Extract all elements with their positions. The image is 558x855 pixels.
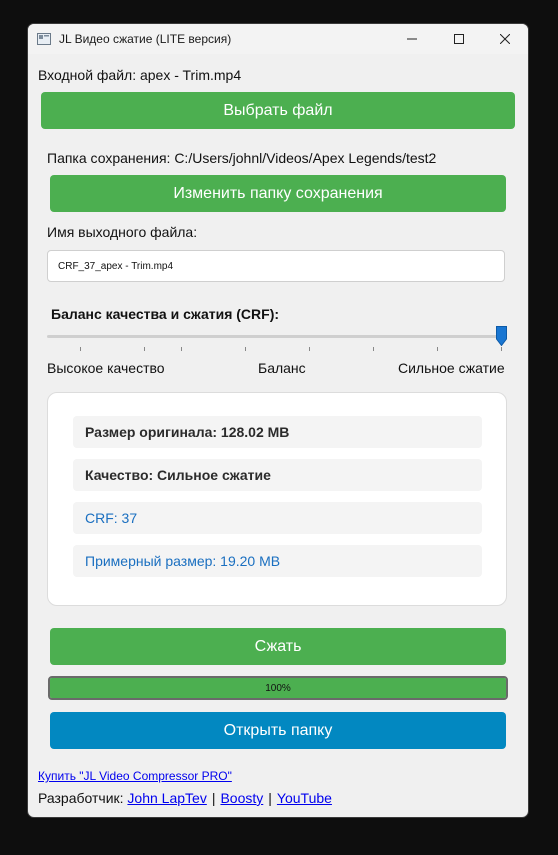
boosty-link[interactable]: Boosty (220, 790, 263, 806)
crf-slider-handle[interactable] (496, 326, 507, 346)
change-folder-button[interactable]: Изменить папку сохранения (50, 175, 506, 212)
window-title: JL Видео сжатие (LITE версия) (59, 32, 232, 46)
scale-label-compression: Сильное сжатие (398, 360, 505, 376)
input-file-label: Входной файл: apex - Trim.mp4 (38, 67, 242, 83)
slider-tick (373, 347, 374, 351)
youtube-link[interactable]: YouTube (277, 790, 332, 806)
separator: | (268, 790, 272, 806)
app-window: JL Видео сжатие (LITE версия) Входной фа… (27, 23, 529, 818)
separator: | (211, 790, 216, 806)
slider-tick (181, 347, 182, 351)
output-name-label: Имя выходного файла: (47, 224, 198, 240)
maximize-button[interactable] (436, 24, 482, 54)
slider-tick (144, 347, 145, 351)
quality-row: Качество: Сильное сжатие (73, 459, 482, 491)
slider-tick (245, 347, 246, 351)
output-name-input[interactable] (47, 250, 505, 282)
developer-link[interactable]: John LapTev (127, 790, 206, 806)
crf-heading: Баланс качества и сжатия (CRF): (51, 306, 280, 322)
slider-tick (437, 347, 438, 351)
choose-file-button[interactable]: Выбрать файл (41, 92, 515, 129)
close-button[interactable] (482, 24, 528, 54)
compress-button[interactable]: Сжать (50, 628, 506, 665)
slider-tick (309, 347, 310, 351)
slider-tick (80, 347, 81, 351)
progress-bar: 100% (48, 676, 508, 700)
progress-text: 100% (265, 682, 291, 694)
crf-slider-track[interactable] (47, 335, 507, 338)
output-folder-label: Папка сохранения: C:/Users/johnl/Videos/… (47, 150, 437, 166)
developer-label: Разработчик: (38, 790, 124, 806)
app-icon (37, 32, 51, 45)
minimize-button[interactable] (389, 24, 435, 54)
open-folder-button[interactable]: Открыть папку (50, 712, 506, 749)
close-icon (500, 34, 510, 44)
slider-tick (501, 347, 502, 351)
buy-pro-link[interactable]: Купить "JL Video Compressor PRO" (38, 769, 232, 783)
crf-value-row: CRF: 37 (73, 502, 482, 534)
scale-label-balance: Баланс (258, 360, 306, 376)
original-size-row: Размер оригинала: 128.02 MB (73, 416, 482, 448)
minimize-icon (407, 38, 417, 40)
scale-label-quality: Высокое качество (47, 360, 165, 376)
title-bar[interactable]: JL Видео сжатие (LITE версия) (28, 24, 528, 54)
estimated-size-row: Примерный размер: 19.20 MB (73, 545, 482, 577)
developer-line: Разработчик: John LapTev | Boosty | YouTube (38, 790, 332, 806)
maximize-icon (454, 34, 464, 44)
info-card: Размер оригинала: 128.02 MB Качество: Си… (47, 392, 507, 606)
